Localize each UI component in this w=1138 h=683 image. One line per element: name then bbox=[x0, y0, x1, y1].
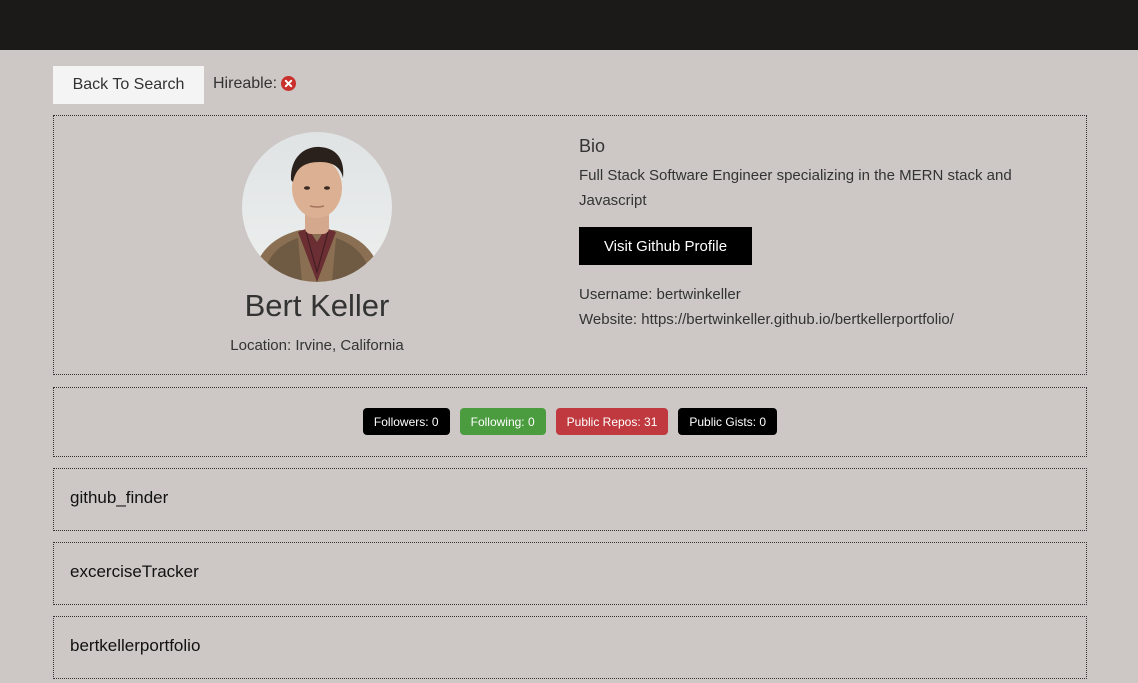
hireable-status: Hireable: bbox=[213, 74, 297, 93]
location-label: Location: bbox=[230, 337, 292, 354]
back-to-search-button[interactable]: Back To Search bbox=[53, 66, 204, 104]
repo-item: excerciseTracker bbox=[53, 542, 1087, 605]
following-badge: Following: 0 bbox=[459, 408, 546, 435]
username-label: Username: bbox=[579, 286, 653, 303]
repo-item: github_finder bbox=[53, 468, 1087, 531]
username-row: Username: bertwinkeller bbox=[579, 282, 954, 307]
profile-name: Bert Keller bbox=[244, 288, 390, 323]
profile-card: Bert Keller Location: Irvine, California… bbox=[53, 115, 1087, 375]
visit-github-profile-button[interactable]: Visit Github Profile bbox=[579, 227, 752, 265]
stats-badges: Followers: 0 Following: 0 Public Repos: … bbox=[54, 408, 1086, 435]
bio-text: Full Stack Software Engineer specializin… bbox=[579, 167, 1012, 209]
repo-link[interactable]: github_finder bbox=[70, 488, 168, 508]
repo-item: bertkellerportfolio bbox=[53, 616, 1087, 679]
website-label: Website: bbox=[579, 311, 638, 328]
website-value: https://bertwinkeller.github.io/bertkell… bbox=[641, 311, 954, 328]
hireable-label: Hireable: bbox=[213, 74, 278, 92]
repo-link[interactable]: excerciseTracker bbox=[70, 562, 199, 582]
stats-card: Followers: 0 Following: 0 Public Repos: … bbox=[53, 387, 1087, 457]
followers-badge: Followers: 0 bbox=[362, 408, 450, 435]
repo-link[interactable]: bertkellerportfolio bbox=[70, 636, 200, 656]
avatar bbox=[242, 132, 392, 282]
top-actions: Back To Search Hireable: bbox=[53, 66, 297, 104]
location-value: Irvine, California bbox=[295, 337, 404, 354]
top-navbar bbox=[0, 0, 1138, 50]
public-gists-badge: Public Gists: 0 bbox=[678, 408, 778, 435]
public-repos-badge: Public Repos: 31 bbox=[555, 408, 669, 435]
profile-location: Location: Irvine, California bbox=[54, 337, 580, 354]
username-value: bertwinkeller bbox=[656, 286, 741, 303]
profile-info: Username: bertwinkeller Website: https:/… bbox=[579, 282, 954, 332]
times-circle-icon bbox=[281, 76, 297, 91]
bio-heading: Bio bbox=[579, 136, 606, 156]
website-row: Website: https://bertwinkeller.github.io… bbox=[579, 307, 954, 332]
